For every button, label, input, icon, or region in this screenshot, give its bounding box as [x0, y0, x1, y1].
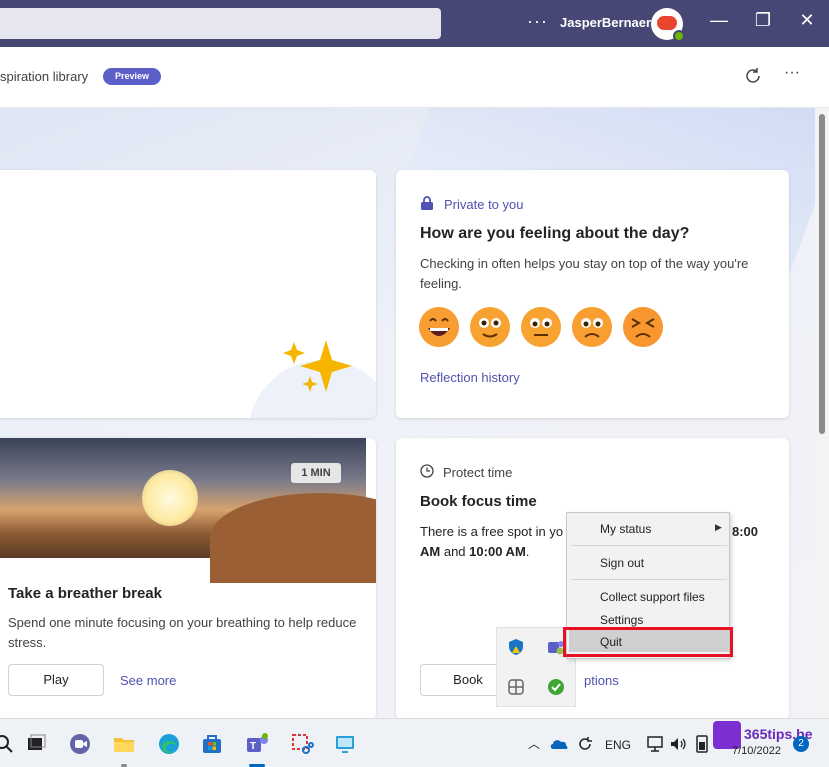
duration-badge: 1 MIN [291, 463, 341, 483]
search-icon[interactable] [0, 732, 16, 756]
focus-time-end: 10:00 AM [469, 544, 526, 559]
breather-card: 1 MIN Take a breather break Spend one mi… [0, 438, 376, 718]
play-button[interactable]: Play [8, 664, 104, 696]
grinning-face-icon[interactable] [418, 306, 460, 348]
restore-button[interactable]: ❐ [751, 10, 775, 31]
taskbar: T ︿ ENG 365tips.be 7/10/2022 2 [0, 718, 829, 767]
neutral-face-icon[interactable] [520, 306, 562, 348]
quit-highlight-box [563, 627, 733, 657]
task-view-icon[interactable] [24, 732, 48, 756]
scrollbar[interactable] [815, 108, 829, 718]
menu-item-collect-support-files[interactable]: Collect support files [600, 590, 705, 604]
avatar[interactable] [651, 8, 685, 42]
tired-face-icon[interactable] [622, 306, 664, 348]
close-button[interactable]: ✕ [795, 10, 819, 31]
checkmark-status-icon[interactable] [547, 678, 565, 696]
avatar-logo-icon [657, 16, 677, 30]
search-input[interactable] [0, 8, 441, 39]
protect-time-label: Protect time [443, 465, 513, 480]
feeling-description: Checking in often helps you stay on top … [420, 256, 749, 291]
menu-divider [571, 545, 727, 546]
options-link[interactable]: ptions [584, 673, 619, 688]
refresh-icon[interactable] [743, 66, 763, 86]
sparkles-icon [283, 340, 352, 392]
focus-period: . [525, 544, 530, 559]
feeling-title: How are you feeling about the day? [420, 225, 690, 242]
title-bar: ··· JasperBernaers — ❐ ✕ [0, 0, 829, 47]
feeling-card: Private to you How are you feeling about… [396, 170, 789, 418]
menu-divider [571, 579, 727, 580]
file-explorer-icon[interactable] [112, 732, 136, 756]
header-more-button[interactable]: ··· [784, 64, 800, 82]
sparkle-card [0, 170, 376, 418]
page-header: spiration library Preview ··· [0, 47, 829, 108]
see-more-link[interactable]: See more [120, 673, 176, 688]
menu-item-settings[interactable]: Settings [600, 613, 643, 627]
teams-icon[interactable]: T [245, 732, 269, 756]
smiling-face-icon[interactable] [469, 306, 511, 348]
sync-icon[interactable] [575, 734, 595, 754]
minimize-button[interactable]: — [707, 10, 731, 31]
onedrive-cloud-icon[interactable] [549, 734, 569, 754]
breather-image: 1 MIN [0, 438, 376, 583]
clock-icon [420, 464, 434, 478]
more-options-button[interactable]: ··· [527, 11, 548, 32]
edge-browser-icon[interactable] [157, 732, 181, 756]
language-indicator[interactable]: ENG [605, 738, 631, 752]
focus-and: and [443, 544, 466, 559]
scroll-thumb[interactable] [819, 114, 825, 434]
snipping-tool-icon[interactable] [290, 732, 314, 756]
show-hidden-icons-chevron-icon[interactable]: ︿ [528, 735, 540, 752]
hill-shape [210, 493, 376, 583]
breather-title: Take a breather break [8, 585, 162, 602]
user-name: JasperBernaers [560, 15, 659, 30]
svg-text:T: T [250, 741, 256, 752]
volume-icon[interactable] [668, 734, 688, 754]
focus-time-start: 8:00 [732, 524, 759, 539]
menu-item-my-status[interactable]: My status [600, 522, 651, 536]
network-share-icon[interactable] [507, 678, 525, 696]
notification-badge[interactable]: 2 [793, 736, 809, 752]
network-icon[interactable] [645, 734, 665, 754]
focus-description-line1: There is a free spot in yo [420, 524, 564, 539]
sun-shape [142, 470, 198, 526]
remote-desktop-icon[interactable] [333, 732, 357, 756]
battery-icon[interactable] [692, 734, 712, 754]
presence-badge [673, 30, 685, 42]
lock-icon [421, 196, 433, 210]
chat-icon[interactable] [68, 732, 92, 756]
frowning-face-icon[interactable] [571, 306, 613, 348]
breather-description: Spend one minute focusing on your breath… [8, 615, 357, 650]
menu-item-sign-out[interactable]: Sign out [600, 556, 644, 570]
page-title: spiration library [0, 69, 89, 84]
focus-time-title: Book focus time [420, 493, 537, 510]
submenu-arrow-icon: ▶ [715, 522, 722, 532]
defender-shield-icon[interactable] [507, 638, 525, 656]
reflection-history-link[interactable]: Reflection history [420, 370, 520, 385]
focus-description-line2: AM and 10:00 AM. [420, 542, 529, 562]
clock-date[interactable]: 7/10/2022 [732, 745, 781, 757]
preview-badge: Preview [103, 68, 161, 85]
store-icon[interactable] [200, 732, 224, 756]
private-label: Private to you [444, 197, 524, 212]
focus-am: AM [420, 544, 441, 559]
